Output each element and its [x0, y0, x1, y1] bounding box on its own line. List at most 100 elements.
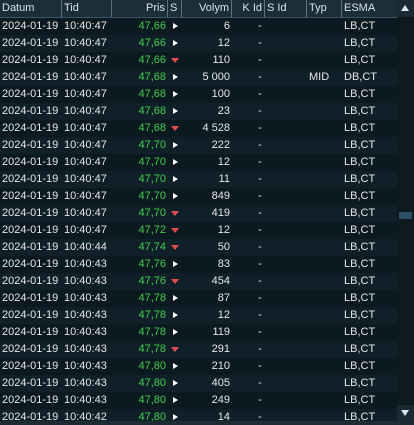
column-header-date[interactable]: Datum [0, 0, 62, 17]
trade-table: Datum Tid Pris S Volym K Id S Id Typ ESM… [0, 0, 397, 425]
table-row[interactable]: 2024-01-19 10:40:47 47,68 4 528 - - LB,CT [0, 120, 397, 137]
cell-date: 2024-01-19 [2, 394, 59, 406]
triangle-right-icon [172, 363, 178, 370]
table-row[interactable]: 2024-01-19 10:40:47 47,70 849 - - LB,CT [0, 188, 397, 205]
scroll-down-arrow-icon[interactable] [397, 405, 414, 421]
cell-date: 2024-01-19 [2, 207, 59, 219]
table-row[interactable]: 2024-01-19 10:40:47 47,70 11 - - LB,CT [0, 171, 397, 188]
cell-type [307, 188, 342, 205]
scrollbar-thumb[interactable] [399, 212, 412, 219]
cell-esma: LB,CT [344, 377, 376, 389]
cell-time: 10:40:44 [64, 241, 107, 253]
column-header-type[interactable]: Typ [307, 0, 342, 17]
column-header-esma[interactable]: ESMA [342, 0, 397, 17]
cell-price: 47,66 [138, 37, 166, 49]
cell-price: 47,66 [138, 20, 166, 32]
column-header-seller-id[interactable]: S Id [265, 0, 307, 17]
cell-buyer-id: - - [258, 122, 265, 134]
cell-esma: LB,CT [344, 173, 376, 185]
cell-price: 47,70 [138, 156, 166, 168]
cell-esma: LB,CT [344, 343, 376, 355]
cell-date: 2024-01-19 [2, 241, 59, 253]
cell-side [168, 205, 182, 222]
table-row[interactable]: 2024-01-19 10:40:47 47,66 6 - - LB,CT [0, 18, 397, 35]
cell-seller-id [265, 273, 307, 290]
cell-date: 2024-01-19 [2, 360, 59, 372]
cell-date: 2024-01-19 [2, 326, 59, 338]
cell-buyer-id: - - [258, 394, 265, 406]
cell-buyer-id: - - [258, 20, 265, 32]
table-row[interactable]: 2024-01-19 10:40:43 47,78 87 - - LB,CT [0, 290, 397, 307]
cell-time: 10:40:43 [64, 343, 107, 355]
cell-date: 2024-01-19 [2, 54, 59, 66]
cell-volume: 454 [211, 275, 230, 287]
cell-seller-id [265, 103, 307, 120]
cell-time: 10:40:43 [64, 275, 107, 287]
table-row[interactable]: 2024-01-19 10:40:47 47,68 23 - - LB,CT [0, 103, 397, 120]
column-header-buyer-id[interactable]: K Id [232, 0, 265, 17]
scroll-up-arrow-icon[interactable] [397, 0, 414, 17]
cell-esma: LB,CT [344, 275, 376, 287]
table-row[interactable]: 2024-01-19 10:40:43 47,78 119 - - LB,CT [0, 324, 397, 341]
cell-volume: 83 [217, 258, 230, 270]
cell-volume: 23 [217, 105, 230, 117]
cell-side [168, 171, 182, 188]
cell-date: 2024-01-19 [2, 37, 59, 49]
column-header-volume[interactable]: Volym [182, 0, 232, 17]
cell-side [168, 137, 182, 154]
cell-type [307, 273, 342, 290]
table-row[interactable]: 2024-01-19 10:40:43 47,78 291 - - LB,CT [0, 341, 397, 358]
table-row[interactable]: 2024-01-19 10:40:44 47,74 50 - - LB,CT [0, 239, 397, 256]
cell-time: 10:40:43 [64, 360, 107, 372]
table-row[interactable]: 2024-01-19 10:40:43 47,80 249 - - LB,CT [0, 392, 397, 409]
cell-time: 10:40:47 [64, 224, 107, 236]
column-header-side[interactable]: S [168, 0, 182, 17]
cell-price: 47,68 [138, 88, 166, 100]
cell-type [307, 307, 342, 324]
cell-volume: 12 [217, 156, 230, 168]
cell-esma: LB,CT [344, 360, 376, 372]
cell-price: 47,72 [138, 224, 166, 236]
table-row[interactable]: 2024-01-19 10:40:43 47,76 454 - - LB,CT [0, 273, 397, 290]
table-row[interactable]: 2024-01-19 10:40:47 47,70 222 - - LB,CT [0, 137, 397, 154]
cell-time: 10:40:47 [64, 139, 107, 151]
table-row[interactable]: 2024-01-19 10:40:47 47,72 12 - - LB,CT [0, 222, 397, 239]
cell-volume: 119 [212, 326, 230, 338]
cell-time: 10:40:47 [64, 156, 107, 168]
column-header-price[interactable]: Pris [112, 0, 168, 17]
cell-seller-id [265, 188, 307, 205]
cell-esma: LB,CT [344, 156, 376, 168]
table-row[interactable]: 2024-01-19 10:40:47 47,70 419 - - LB,CT [0, 205, 397, 222]
triangle-right-icon [172, 312, 178, 319]
cell-volume: 249 [211, 394, 230, 406]
cell-price: 47,78 [138, 343, 166, 355]
table-row[interactable]: 2024-01-19 10:40:47 47,70 12 - - LB,CT [0, 154, 397, 171]
cell-price: 47,78 [138, 326, 166, 338]
cell-side [168, 188, 182, 205]
table-row[interactable]: 2024-01-19 10:40:47 47,66 12 - - LB,CT [0, 35, 397, 52]
cell-time: 10:40:47 [64, 37, 107, 49]
bottom-edge [0, 421, 414, 425]
table-row[interactable]: 2024-01-19 10:40:47 47,66 110 - - LB,CT [0, 52, 397, 69]
cell-volume: 12 [217, 224, 230, 236]
table-row[interactable]: 2024-01-19 10:40:43 47,80 405 - - LB,CT [0, 375, 397, 392]
cell-seller-id [265, 256, 307, 273]
cell-price: 47,68 [138, 71, 166, 83]
cell-side [168, 52, 182, 69]
cell-side [168, 86, 182, 103]
table-row[interactable]: 2024-01-19 10:40:47 47,68 5 000 - - MID DB,CT [0, 69, 397, 86]
cell-time: 10:40:43 [64, 326, 107, 338]
table-row[interactable]: 2024-01-19 10:40:43 47,80 210 - - LB,CT [0, 358, 397, 375]
column-header-time[interactable]: Tid [62, 0, 112, 17]
table-row[interactable]: 2024-01-19 10:40:43 47,78 12 - - LB,CT [0, 307, 397, 324]
vertical-scrollbar[interactable] [397, 0, 414, 425]
cell-volume: 12 [217, 37, 230, 49]
cell-date: 2024-01-19 [2, 343, 59, 355]
cell-esma: LB,CT [344, 190, 376, 202]
table-row[interactable]: 2024-01-19 10:40:47 47,68 100 - - LB,CT [0, 86, 397, 103]
cell-price: 47,80 [138, 394, 166, 406]
cell-esma: LB,CT [344, 105, 376, 117]
table-row[interactable]: 2024-01-19 10:40:43 47,76 83 - - LB,CT [0, 256, 397, 273]
cell-time: 10:40:43 [64, 258, 107, 270]
cell-esma: LB,CT [344, 258, 376, 270]
